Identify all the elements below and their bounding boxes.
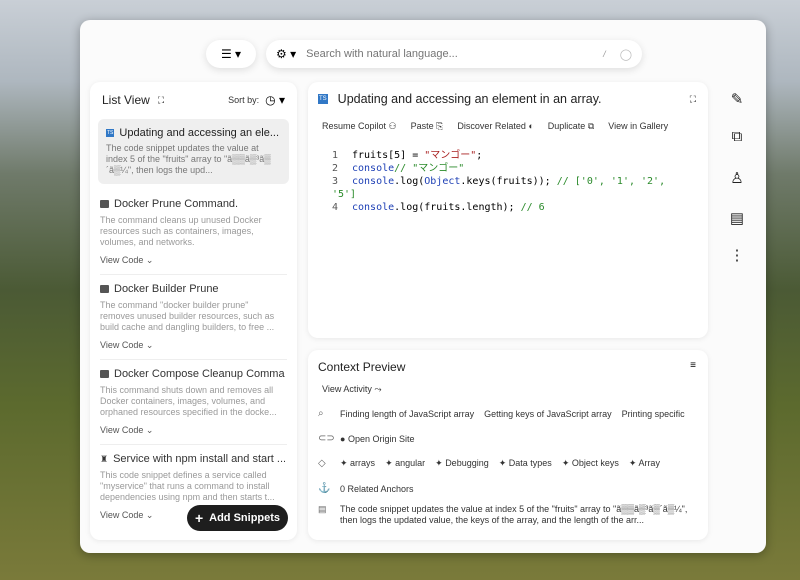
- snippet-title: Updating and accessing an element in an …: [337, 92, 602, 106]
- context-description: The code snippet updates the value at in…: [340, 504, 688, 525]
- context-title: Context Preview: [318, 360, 406, 374]
- item-desc: The code snippet updates the value at in…: [106, 143, 271, 175]
- edit-icon[interactable]: ✎: [728, 90, 746, 108]
- bash-icon: [100, 200, 109, 208]
- bash-icon: [100, 370, 109, 378]
- list-item[interactable]: Docker Compose Cleanup Comma... This comm…: [100, 360, 287, 445]
- related-anchors[interactable]: 0 Related Anchors: [340, 484, 414, 494]
- share-person-icon[interactable]: ♙: [728, 169, 746, 187]
- anchor-icon: ⚓: [318, 483, 331, 494]
- expand-icon[interactable]: ⛶: [158, 95, 164, 106]
- item-desc: The command "docker builder prune" remov…: [100, 300, 275, 332]
- app-window: ☰ ▾ ⚙ ▾ / ◯ List View ⛶ Sort by: ◷ ▾ TS U…: [80, 20, 766, 553]
- sort-clock-icon[interactable]: ◷ ▾: [265, 93, 285, 107]
- bash-icon: [100, 285, 109, 293]
- add-snippets-button[interactable]: + Add Snippets: [187, 505, 288, 531]
- view-mode-dropdown[interactable]: ☰ ▾: [206, 40, 256, 68]
- tag-chip[interactable]: ✦ angular: [385, 458, 425, 469]
- more-vert-icon[interactable]: ⋮: [728, 246, 746, 264]
- view-code-button[interactable]: View Code ⌄: [100, 255, 285, 266]
- code-editor[interactable]: 1 fruits[5] = "マンゴー"; 2 console// "マンゴー" 3…: [308, 149, 708, 214]
- link-icon: ⊂⊃: [318, 433, 335, 444]
- shortcut-hint: /: [603, 49, 606, 59]
- chat-icon[interactable]: ◯: [620, 48, 632, 61]
- list-item[interactable]: Docker Builder Prune The command "docker …: [100, 275, 287, 360]
- item-title: Docker Compose Cleanup Comma...: [114, 368, 285, 380]
- search-icon: ⌕: [318, 408, 324, 419]
- item-title: Service with npm install and start ...: [113, 453, 285, 465]
- paste-button[interactable]: Paste ⎘: [411, 121, 444, 132]
- search-input[interactable]: [306, 48, 604, 60]
- view-code-button[interactable]: View Code ⌄: [100, 425, 285, 436]
- context-panel: Context Preview ≡ View Activity ⤳ ⌕ Findin…: [308, 350, 708, 540]
- snippet-toolbar: Resume Copilot ⚇ Paste ⎘ Discover Relate…: [308, 121, 708, 132]
- item-title: Updating and accessing an ele...: [119, 127, 279, 139]
- tag-chip[interactable]: ✦ arrays: [340, 458, 375, 469]
- list-panel: List View ⛶ Sort by: ◷ ▾ TS Updating and …: [90, 82, 297, 540]
- item-desc: This command shuts down and removes all …: [100, 385, 277, 417]
- tag-chip[interactable]: ✦ Array: [629, 458, 660, 469]
- view-activity-button[interactable]: View Activity ⤳: [308, 378, 708, 401]
- related-search[interactable]: Finding length of JavaScript array: [340, 409, 474, 419]
- search-mode-icon[interactable]: ⚙ ▾: [276, 47, 296, 61]
- sort-label: Sort by:: [228, 95, 260, 105]
- list-item[interactable]: Docker Prune Command. The command cleans …: [100, 190, 287, 275]
- item-desc: The command cleans up unused Docker reso…: [100, 215, 262, 247]
- tag-chip[interactable]: ✦ Object keys: [562, 458, 619, 469]
- related-search[interactable]: Getting keys of JavaScript array: [484, 409, 612, 419]
- copy-icon[interactable]: ⧉: [728, 128, 746, 145]
- menu-icon[interactable]: ≡: [690, 360, 696, 374]
- ts-icon: TS: [106, 129, 115, 137]
- note-icon: ▤: [318, 504, 327, 514]
- plus-icon: +: [194, 510, 204, 526]
- yaml-icon: ♜: [100, 453, 109, 464]
- search-bar: ⚙ ▾ / ◯: [266, 40, 642, 68]
- resume-copilot-button[interactable]: Resume Copilot ⚇: [322, 121, 397, 132]
- tag-icon: ◇: [318, 458, 326, 469]
- notes-icon[interactable]: ▤: [728, 209, 746, 227]
- related-search[interactable]: Printing specific: [622, 409, 685, 419]
- item-title: Docker Prune Command.: [114, 198, 239, 210]
- discover-related-button[interactable]: Discover Related ◐: [457, 121, 533, 132]
- view-code-button[interactable]: View Code ⌄: [100, 340, 285, 351]
- expand-icon[interactable]: ⛶: [690, 94, 696, 105]
- list-item[interactable]: TS Updating and accessing an ele... The c…: [98, 119, 289, 184]
- origin-site-link[interactable]: ● Open Origin Site: [340, 434, 414, 444]
- duplicate-button[interactable]: Duplicate ⧉: [548, 121, 594, 132]
- list-icon: ☰ ▾: [220, 47, 242, 61]
- ts-icon: TS: [318, 94, 328, 104]
- tag-chip[interactable]: ✦ Data types: [499, 458, 552, 469]
- item-desc: This code snippet defines a service call…: [100, 470, 275, 502]
- item-title: Docker Builder Prune: [114, 283, 219, 295]
- view-in-gallery-button[interactable]: View in Gallery: [608, 121, 668, 132]
- tag-chip[interactable]: ✦ Debugging: [435, 458, 489, 469]
- list-title: List View: [102, 93, 150, 107]
- snippet-panel: TS Updating and accessing an element in …: [308, 82, 708, 338]
